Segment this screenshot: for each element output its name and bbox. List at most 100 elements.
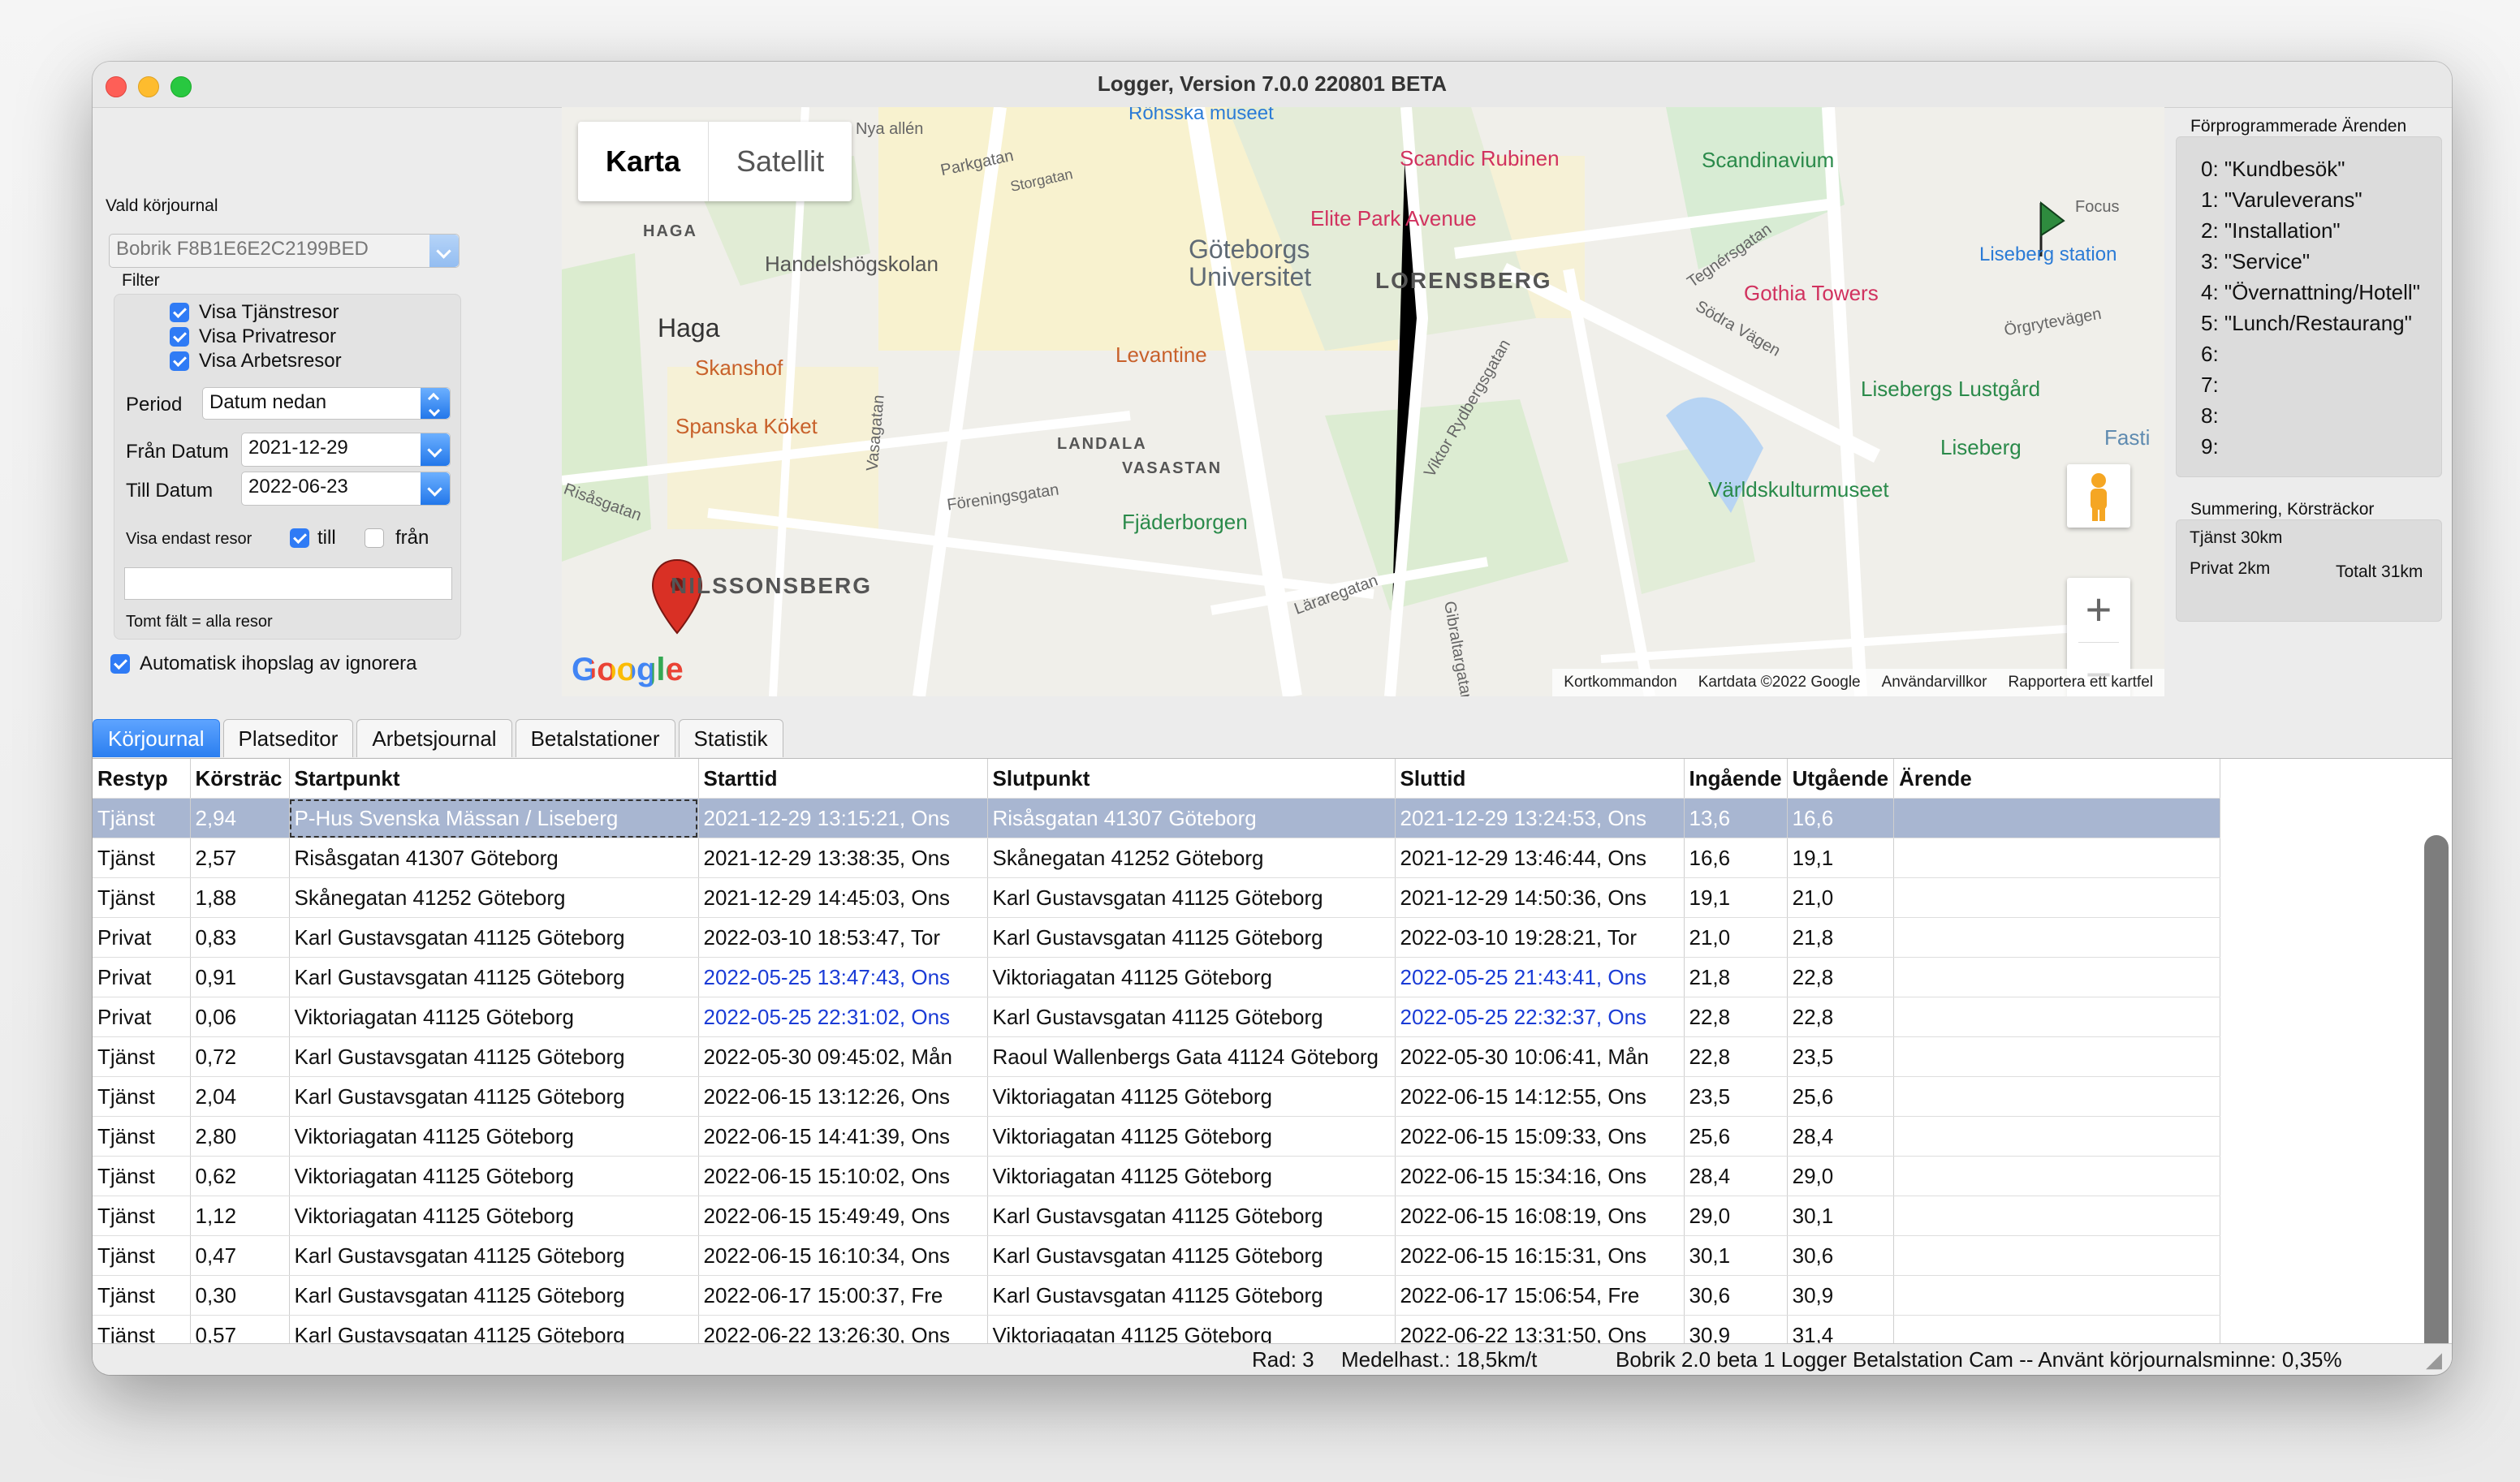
table-cell[interactable]: 2,57 <box>190 838 290 878</box>
table-cell[interactable]: Tjänst <box>93 798 191 838</box>
table-cell[interactable]: 2021-12-29 13:24:53, Ons <box>1395 798 1685 838</box>
table-cell[interactable]: Risåsgatan 41307 Göteborg <box>987 798 1396 838</box>
table-cell[interactable]: Tjänst <box>93 1235 191 1276</box>
period-select[interactable]: Datum nedan <box>202 387 451 420</box>
table-cell[interactable]: Viktoriagatan 41125 Göteborg <box>289 1196 699 1236</box>
table-cell[interactable]: Skånegatan 41252 Göteborg <box>987 838 1396 878</box>
table-cell[interactable]: 30,9 <box>1787 1275 1895 1316</box>
table-cell[interactable]: Tjänst <box>93 877 191 918</box>
table-cell[interactable]: 2022-06-15 13:12:26, Ons <box>698 1076 988 1117</box>
table-cell[interactable]: 0,06 <box>190 997 290 1037</box>
table-cell[interactable]: 2,04 <box>190 1076 290 1117</box>
table-cell[interactable]: 1,88 <box>190 877 290 918</box>
table-cell[interactable]: 22,8 <box>1787 997 1895 1037</box>
table-cell[interactable]: 2022-06-15 15:34:16, Ons <box>1395 1156 1685 1196</box>
preprog-item[interactable]: 9: <box>2201 431 2420 462</box>
table-cell[interactable] <box>1893 1076 2221 1117</box>
column-header[interactable]: Sluttid <box>1395 759 1685 799</box>
table-cell[interactable]: 30,1 <box>1684 1235 1788 1276</box>
table-cell[interactable]: 0,72 <box>190 1036 290 1077</box>
preprog-item[interactable]: 5: "Lunch/Restaurang" <box>2201 308 2420 338</box>
table-cell[interactable]: Tjänst <box>93 1156 191 1196</box>
table-cell[interactable]: 28,4 <box>1684 1156 1788 1196</box>
table-cell[interactable] <box>1893 957 2221 997</box>
zoom-in-button[interactable]: + <box>2067 578 2130 641</box>
table-cell[interactable]: 23,5 <box>1787 1036 1895 1077</box>
table-cell[interactable]: Karl Gustavsgatan 41125 Göteborg <box>987 997 1396 1037</box>
table-cell[interactable] <box>1893 1235 2221 1276</box>
table-cell[interactable]: 2022-03-10 19:28:21, Tor <box>1395 917 1685 958</box>
table-cell[interactable]: Viktoriagatan 41125 Göteborg <box>987 1156 1396 1196</box>
column-header[interactable]: Restyp <box>93 759 191 799</box>
table-cell[interactable]: 29,0 <box>1787 1156 1895 1196</box>
preprog-item[interactable]: 0: "Kundbesök" <box>2201 153 2420 184</box>
table-row[interactable]: Tjänst 0,62 Viktoriagatan 41125 Göteborg 20… <box>93 1156 2221 1196</box>
preprog-item[interactable]: 8: <box>2201 400 2420 431</box>
table-cell[interactable]: 2022-06-15 14:41:39, Ons <box>698 1116 988 1157</box>
table-cell[interactable]: 2022-06-17 15:00:37, Fre <box>698 1275 988 1316</box>
keyboard-shortcuts-link[interactable]: Kortkommandon <box>1564 669 1676 696</box>
column-header[interactable]: Ingående <box>1684 759 1788 799</box>
table-row[interactable]: Tjänst 2,80 Viktoriagatan 41125 Göteborg 20… <box>93 1116 2221 1157</box>
table-cell[interactable]: Karl Gustavsgatan 41125 Göteborg <box>289 917 699 958</box>
table-cell[interactable]: 19,1 <box>1787 838 1895 878</box>
preprog-item[interactable]: 4: "Övernattning/Hotell" <box>2201 277 2420 308</box>
table-cell[interactable]: 2,80 <box>190 1116 290 1157</box>
table-cell[interactable]: 2021-12-29 13:38:35, Ons <box>698 838 988 878</box>
table-cell[interactable]: 2022-06-17 15:06:54, Fre <box>1395 1275 1685 1316</box>
table-cell[interactable]: Raoul Wallenbergs Gata 41124 Göteborg <box>987 1036 1396 1077</box>
table-cell[interactable]: Karl Gustavsgatan 41125 Göteborg <box>987 917 1396 958</box>
table-cell[interactable]: 2022-06-15 15:10:02, Ons <box>698 1156 988 1196</box>
auto-ihopslag-checkbox[interactable] <box>110 654 130 674</box>
table-cell[interactable]: Viktoriagatan 41125 Göteborg <box>987 1116 1396 1157</box>
table-cell[interactable]: 2021-12-29 14:45:03, Ons <box>698 877 988 918</box>
table-cell[interactable] <box>1893 1036 2221 1077</box>
table-row[interactable]: Privat 0,83 Karl Gustavsgatan 41125 Götebo… <box>93 917 2221 958</box>
table-cell[interactable] <box>1893 1116 2221 1157</box>
table-cell[interactable]: 0,83 <box>190 917 290 958</box>
table-cell[interactable]: 0,47 <box>190 1235 290 1276</box>
table-cell[interactable] <box>1893 1275 2221 1316</box>
visa-privatresor-checkbox[interactable] <box>170 327 189 347</box>
table-cell[interactable]: 2021-12-29 13:46:44, Ons <box>1395 838 1685 878</box>
table-row[interactable]: Tjänst 0,47 Karl Gustavsgatan 41125 Götebo… <box>93 1235 2221 1276</box>
table-cell[interactable]: Viktoriagatan 41125 Göteborg <box>289 1116 699 1157</box>
table-scrollbar[interactable] <box>2424 835 2449 1375</box>
table-cell[interactable]: 1,12 <box>190 1196 290 1236</box>
table-row[interactable]: Tjänst 1,12 Viktoriagatan 41125 Göteborg 20… <box>93 1196 2221 1236</box>
table-row[interactable]: Privat 0,06 Viktoriagatan 41125 Göteborg 20… <box>93 997 2221 1037</box>
table-cell[interactable]: 16,6 <box>1787 798 1895 838</box>
table-cell[interactable]: Skånegatan 41252 Göteborg <box>289 877 699 918</box>
table-cell[interactable]: 2022-06-15 15:49:49, Ons <box>698 1196 988 1236</box>
table-cell[interactable]: 30,1 <box>1787 1196 1895 1236</box>
column-header[interactable]: Starttid <box>698 759 988 799</box>
table-cell[interactable]: Viktoriagatan 41125 Göteborg <box>289 997 699 1037</box>
column-header[interactable]: Slutpunkt <box>987 759 1396 799</box>
table-cell[interactable]: Risåsgatan 41307 Göteborg <box>289 838 699 878</box>
table-cell[interactable]: 21,0 <box>1787 877 1895 918</box>
table-cell[interactable]: 0,91 <box>190 957 290 997</box>
fran-datum-picker[interactable]: 2021-12-29 <box>241 433 451 467</box>
map-tab-karta[interactable]: Karta <box>578 122 710 201</box>
table-cell[interactable]: Privat <box>93 917 191 958</box>
table-row[interactable]: Tjänst 1,88 Skånegatan 41252 Göteborg 2021-… <box>93 877 2221 918</box>
column-header[interactable]: Utgående <box>1787 759 1895 799</box>
table-row[interactable]: Privat 0,91 Karl Gustavsgatan 41125 Götebo… <box>93 957 2221 997</box>
table-cell[interactable]: 21,0 <box>1684 917 1788 958</box>
till-datum-picker[interactable]: 2022-06-23 <box>241 472 451 506</box>
table-cell[interactable]: 16,6 <box>1684 838 1788 878</box>
table-cell[interactable]: Tjänst <box>93 1116 191 1157</box>
table-cell[interactable]: Karl Gustavsgatan 41125 Göteborg <box>289 957 699 997</box>
table-cell[interactable]: 28,4 <box>1787 1116 1895 1157</box>
table-cell[interactable]: 2022-06-15 15:09:33, Ons <box>1395 1116 1685 1157</box>
table-cell[interactable]: 2022-06-15 16:10:34, Ons <box>698 1235 988 1276</box>
resize-grip-icon[interactable]: ◢ <box>2426 1344 2442 1375</box>
tab-arbetsjournal[interactable]: Arbetsjournal <box>356 719 512 757</box>
table-cell[interactable]: 2022-03-10 18:53:47, Tor <box>698 917 988 958</box>
table-cell[interactable]: Karl Gustavsgatan 41125 Göteborg <box>289 1076 699 1117</box>
table-cell[interactable]: 0,62 <box>190 1156 290 1196</box>
table-cell[interactable] <box>1893 798 2221 838</box>
table-cell[interactable]: 29,0 <box>1684 1196 1788 1236</box>
table-cell[interactable]: Tjänst <box>93 838 191 878</box>
table-row[interactable]: Tjänst 0,30 Karl Gustavsgatan 41125 Götebo… <box>93 1275 2221 1316</box>
